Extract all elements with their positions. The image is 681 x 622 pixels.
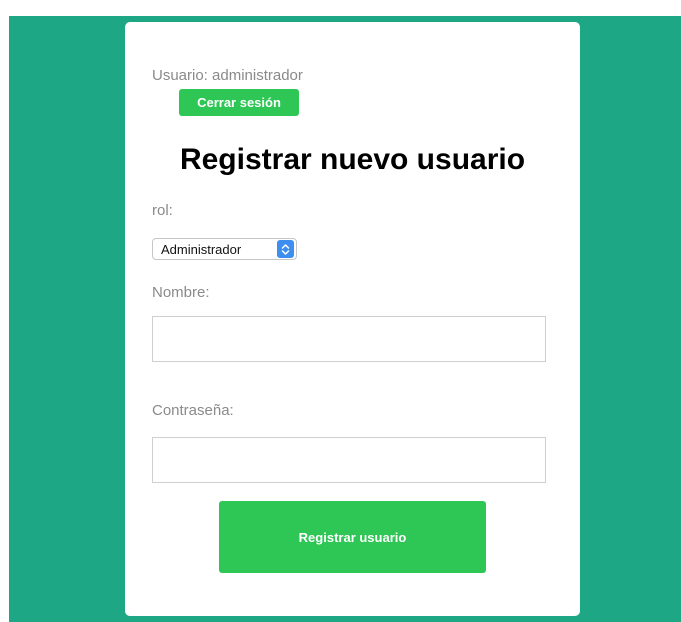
current-user-text: Usuario: administrador bbox=[152, 67, 303, 84]
logout-button[interactable]: Cerrar sesión bbox=[179, 89, 299, 116]
password-label: Contraseña: bbox=[152, 402, 234, 419]
role-select-value: Administrador bbox=[161, 241, 242, 257]
role-label: rol: bbox=[152, 202, 173, 219]
register-card: Usuario: administrador Cerrar sesión Reg… bbox=[125, 22, 580, 616]
name-label: Nombre: bbox=[152, 284, 210, 301]
role-select[interactable]: Administrador bbox=[152, 238, 297, 260]
password-input[interactable] bbox=[152, 437, 546, 483]
up-down-chevron-icon bbox=[277, 240, 294, 258]
register-user-button[interactable]: Registrar usuario bbox=[219, 501, 486, 573]
page-title: Registrar nuevo usuario bbox=[179, 143, 526, 176]
name-input[interactable] bbox=[152, 316, 546, 362]
